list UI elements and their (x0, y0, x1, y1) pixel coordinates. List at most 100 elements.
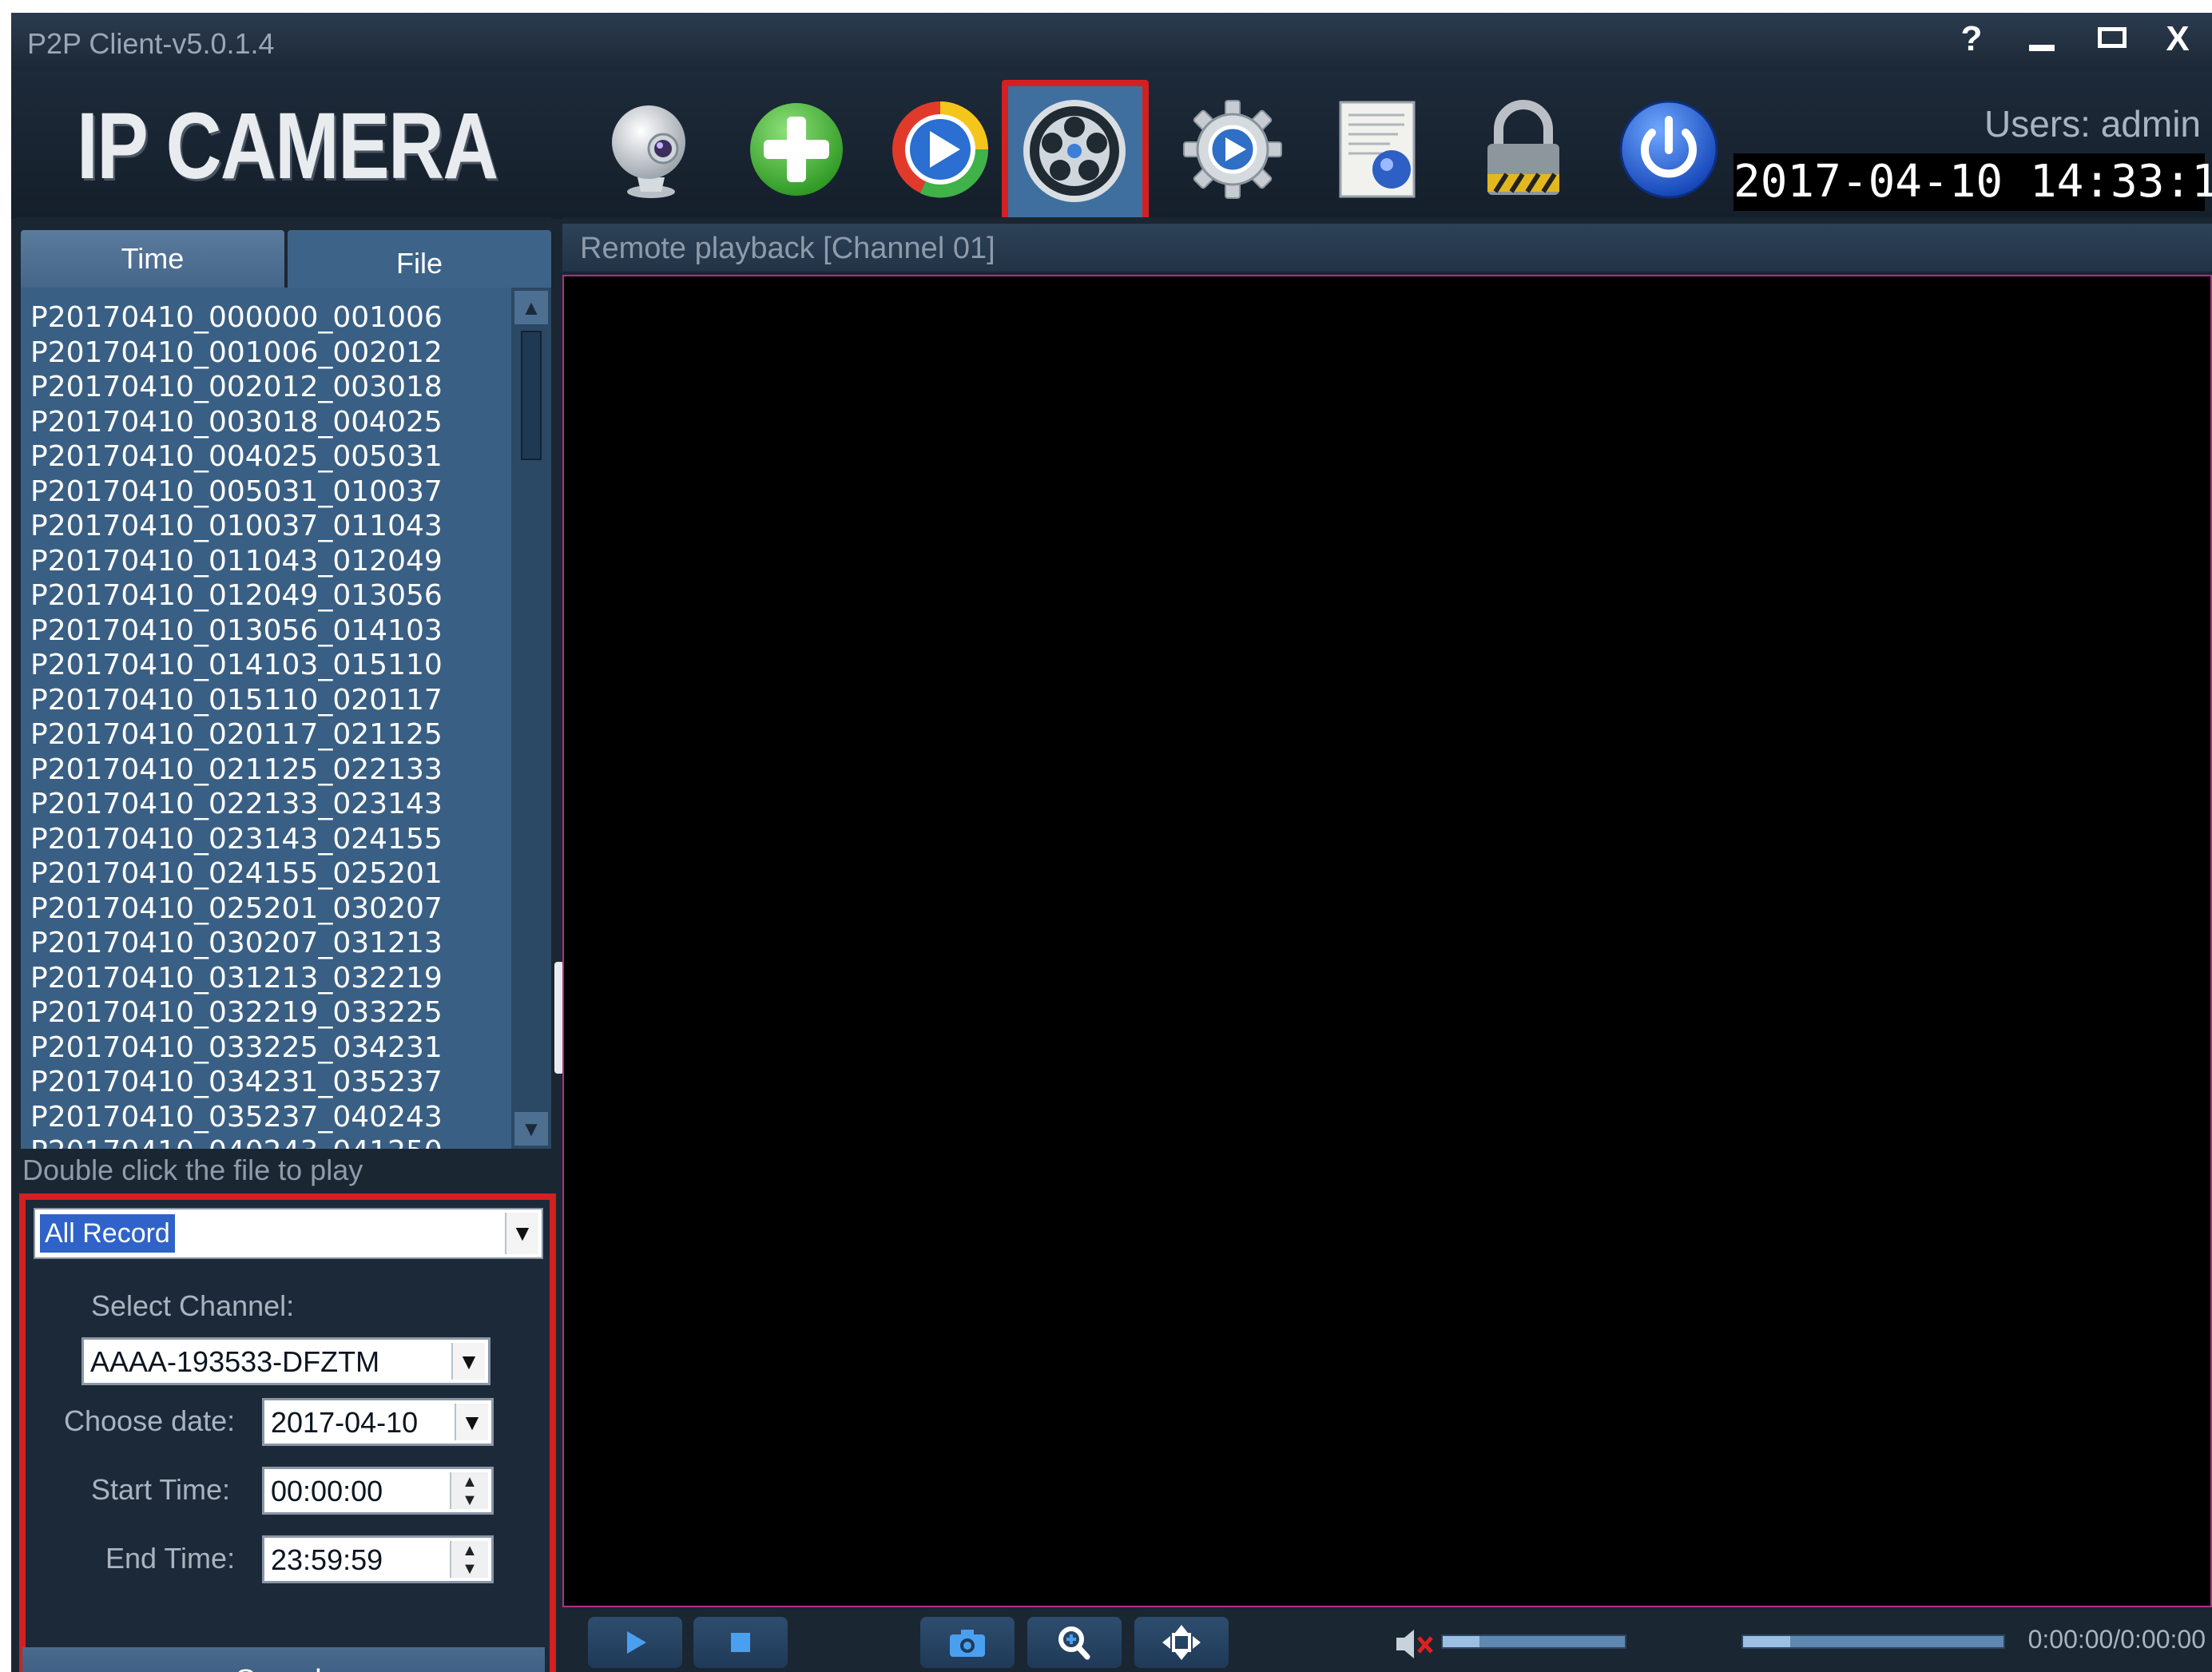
maximize-icon (2098, 27, 2127, 48)
scroll-up-button[interactable]: ▲ (514, 291, 548, 324)
playback-title: Remote playback [Channel 01] (580, 232, 995, 265)
close-button[interactable]: X (2144, 16, 2211, 62)
toolbar-settings-button[interactable] (1173, 89, 1293, 209)
file-list-scrollbar[interactable]: ▲ ▼ (511, 288, 551, 1149)
toolbar-add-button[interactable] (737, 89, 856, 209)
timecode: 0:00:00/0:00:00 (2027, 1625, 2206, 1654)
start-time-value: 00:00:00 (271, 1475, 383, 1507)
file-list-item[interactable]: P20170410_015110_020117 (30, 683, 443, 718)
live-play-icon (892, 101, 989, 198)
close-icon: X (2166, 19, 2190, 58)
end-time-value: 23:59:59 (271, 1543, 383, 1576)
log-icon (1339, 101, 1416, 198)
file-list-item[interactable]: P20170410_023143_024155 (30, 822, 443, 857)
playback-controls: 0:00:00/0:00:00 (562, 1617, 2212, 1672)
maximize-button[interactable] (2079, 16, 2146, 62)
file-list-item[interactable]: P20170410_004025_005031 (30, 439, 443, 475)
file-list-item[interactable]: P20170410_031213_032219 (30, 961, 443, 996)
file-list-item[interactable]: P20170410_011043_012049 (30, 544, 443, 579)
tab-file[interactable]: File (288, 230, 551, 294)
zoom-button[interactable] (1027, 1617, 1122, 1668)
end-time-field[interactable]: 23:59:59 ▲ ▼ (262, 1535, 494, 1583)
file-list-item[interactable]: P20170410_012049_013056 (30, 578, 443, 614)
file-list-item[interactable]: P20170410_035237_040243 (30, 1100, 443, 1135)
file-list-item[interactable]: P20170410_040243_041250 (30, 1134, 443, 1149)
help-icon: ? (1960, 19, 1983, 58)
add-device-icon (750, 103, 843, 196)
snapshot-button[interactable] (920, 1617, 1015, 1668)
file-list-item[interactable]: P20170410_010037_011043 (30, 509, 443, 544)
file-list-item[interactable]: P20170410_022133_023143 (30, 787, 443, 822)
file-list-item[interactable]: P20170410_025201_030207 (30, 892, 443, 927)
record-type-select[interactable]: All Record ▼ (34, 1208, 543, 1259)
file-list-item[interactable]: P20170410_014103_015110 (30, 648, 443, 683)
file-list-item[interactable]: P20170410_034231_035237 (30, 1065, 443, 1100)
move-icon (1162, 1625, 1201, 1660)
file-list-item[interactable]: P20170410_021125_022133 (30, 753, 443, 788)
file-list-item[interactable]: P20170410_002012_003018 (30, 370, 443, 405)
play-button[interactable] (588, 1617, 682, 1668)
record-type-value: All Record (40, 1214, 175, 1253)
file-list-item[interactable]: P20170410_033225_034231 (30, 1031, 443, 1066)
title-bar: P2P Client-v5.0.1.4 ? X (11, 13, 2212, 70)
progress-slider[interactable] (1741, 1634, 2005, 1649)
file-list-item[interactable]: P20170410_024155_025201 (30, 856, 443, 892)
toolbar-lock-button[interactable] (1463, 89, 1583, 209)
camera-icon (950, 1630, 985, 1657)
start-time-field[interactable]: 00:00:00 ▲ ▼ (262, 1467, 494, 1515)
channel-value: AAAA-193533-DFZTM (90, 1345, 380, 1378)
toolbar-webcam-button[interactable] (591, 89, 711, 209)
scroll-thumb[interactable] (521, 331, 542, 460)
file-list-item[interactable]: P20170410_003018_004025 (30, 405, 443, 440)
tab-time[interactable]: Time (21, 230, 284, 288)
minimize-icon (2029, 45, 2055, 51)
playback-area: Remote playback [Channel 01] 0:00:00/0:0… (562, 217, 2212, 1672)
settings-icon (1183, 100, 1282, 199)
scroll-up-icon: ▲ (521, 296, 542, 320)
file-list-item[interactable]: P20170410_020117_021125 (30, 717, 443, 753)
spin-down-icon[interactable]: ▼ (451, 1491, 488, 1509)
channel-select[interactable]: AAAA-193533-DFZTM ▼ (81, 1337, 490, 1385)
search-button[interactable]: Search (22, 1647, 545, 1672)
fullscreen-button[interactable] (1134, 1617, 1229, 1668)
end-time-spinner[interactable]: ▲ ▼ (450, 1541, 488, 1578)
toolbar-playback-button[interactable] (1002, 80, 1149, 225)
file-list-item[interactable]: P20170410_013056_014103 (30, 614, 443, 649)
playback-title-bar: Remote playback [Channel 01] (562, 224, 2212, 272)
file-list-item[interactable]: P20170410_005031_010037 (30, 475, 443, 510)
play-icon (627, 1631, 646, 1654)
toolbar-live-button[interactable] (880, 89, 1000, 209)
progress-fill (1743, 1636, 1790, 1647)
start-time-spinner[interactable]: ▲ ▼ (450, 1472, 488, 1509)
toolbar-power-button[interactable] (1609, 89, 1729, 209)
file-list-item[interactable]: P20170410_030207_031213 (30, 926, 443, 961)
date-dropdown-icon[interactable]: ▼ (455, 1404, 488, 1440)
file-list-item[interactable]: P20170410_032219_033225 (30, 995, 443, 1031)
record-type-dropdown-icon[interactable]: ▼ (505, 1213, 538, 1254)
video-display[interactable] (562, 275, 2212, 1607)
date-value: 2017-04-10 (271, 1406, 419, 1439)
end-time-label: End Time: (105, 1542, 236, 1575)
start-time-label: Start Time: (91, 1473, 231, 1506)
scroll-down-icon: ▼ (521, 1117, 542, 1141)
stop-button[interactable] (693, 1617, 788, 1668)
spin-up-icon[interactable]: ▲ (451, 1541, 488, 1559)
toolbar-log-button[interactable] (1318, 89, 1438, 209)
file-list[interactable]: P20170410_000000_001006 P20170410_001006_… (21, 288, 551, 1149)
volume-slider[interactable] (1441, 1634, 1626, 1649)
left-panel: Time File P20170410_000000_001006 P201704… (16, 217, 556, 1672)
spin-up-icon[interactable]: ▲ (451, 1472, 488, 1491)
help-button[interactable]: ? (1938, 16, 2005, 62)
mute-icon[interactable] (1393, 1626, 1436, 1662)
date-picker[interactable]: 2017-04-10 ▼ (262, 1398, 494, 1446)
zoom-icon (1058, 1626, 1090, 1660)
date-label: Choose date: (64, 1404, 236, 1437)
search-panel: All Record ▼ Select Channel: AAAA-193533… (19, 1193, 556, 1672)
spin-down-icon[interactable]: ▼ (451, 1559, 488, 1578)
file-list-item[interactable]: P20170410_000000_001006 (30, 300, 443, 336)
file-list-item[interactable]: P20170410_001006_002012 (30, 336, 443, 371)
scroll-down-button[interactable]: ▼ (514, 1112, 548, 1146)
channel-dropdown-icon[interactable]: ▼ (451, 1343, 485, 1380)
minimize-button[interactable] (2008, 16, 2075, 62)
clock-display: 2017-04-10 14:33:19 (1733, 153, 2212, 211)
